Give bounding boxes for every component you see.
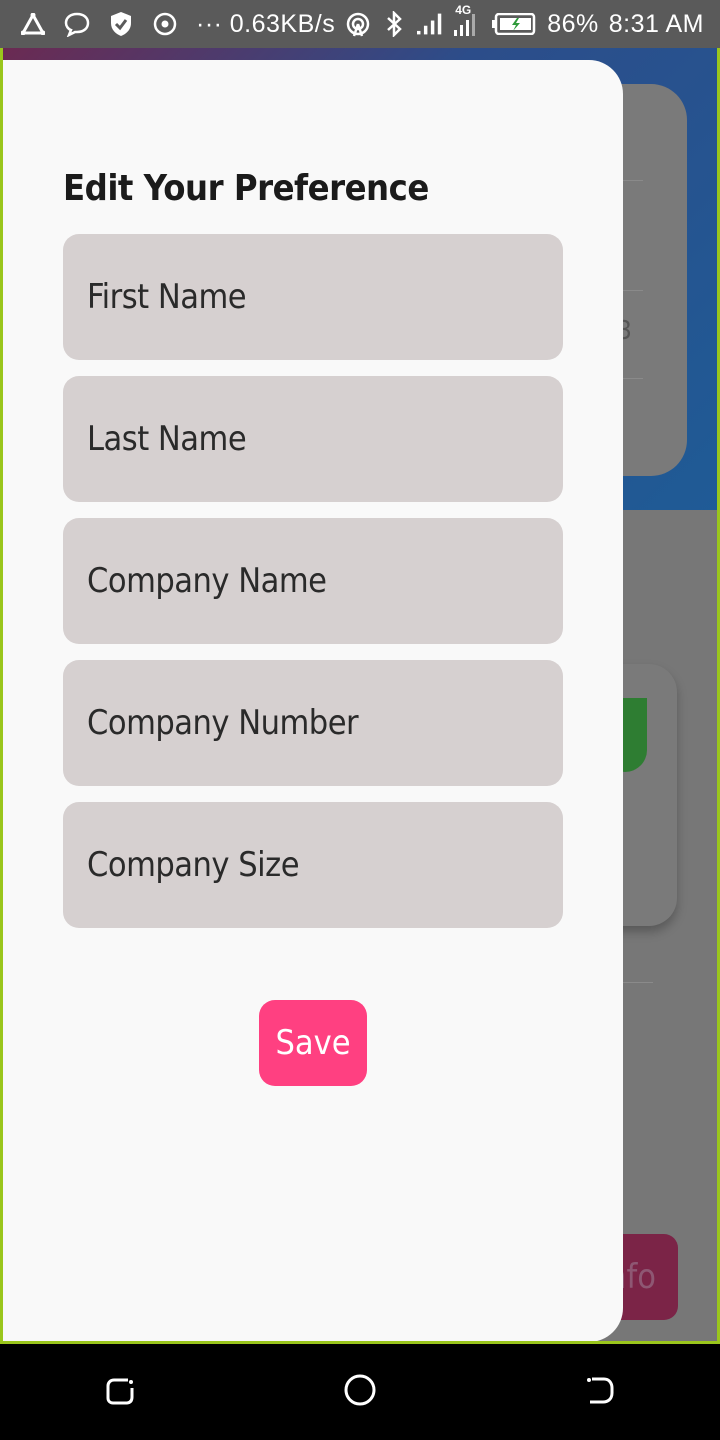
network-speed: 0.63KB/s <box>229 9 336 38</box>
network-type-label: 4G <box>455 3 472 17</box>
more-notifications-indicator: ··· <box>196 9 223 38</box>
home-icon <box>343 1373 377 1411</box>
company-number-field[interactable] <box>63 660 563 786</box>
company-size-field[interactable] <box>63 802 563 928</box>
company-size-input[interactable] <box>87 845 563 885</box>
last-name-input[interactable] <box>87 419 563 459</box>
app-frame: 3 nfo Edit Your Preference Save <box>0 48 720 1344</box>
first-name-field[interactable] <box>63 234 563 360</box>
first-name-input[interactable] <box>87 277 563 317</box>
signal-icon <box>417 11 443 37</box>
clock: 8:31 AM <box>608 9 704 38</box>
bluetooth-icon <box>381 11 407 37</box>
company-number-input[interactable] <box>87 703 563 743</box>
home-button[interactable] <box>330 1362 390 1422</box>
save-button[interactable]: Save <box>259 1000 367 1086</box>
drawer-title: Edit Your Preference <box>63 168 429 209</box>
signal-4g-icon: 4G <box>453 3 481 37</box>
triangle-icon <box>20 11 46 37</box>
chat-bubble-icon <box>64 11 90 37</box>
navigation-bar <box>0 1344 720 1440</box>
status-right-icons: 0.63KB/s 4G 86% 8:31 AM <box>229 3 704 39</box>
target-icon <box>152 11 178 37</box>
edit-preference-drawer: Edit Your Preference Save <box>3 60 623 1341</box>
recents-icon <box>104 1374 136 1410</box>
last-name-field[interactable] <box>63 376 563 502</box>
battery-percentage: 86% <box>547 9 599 38</box>
background-divider <box>623 982 653 983</box>
status-left-icons: ··· <box>20 10 222 39</box>
shield-icon <box>108 11 134 37</box>
status-bar: ··· 0.63KB/s 4G 86% 8:31 AM <box>0 0 720 48</box>
battery-charging-icon <box>491 11 537 37</box>
hotspot-icon <box>345 11 371 37</box>
back-button[interactable] <box>570 1362 630 1422</box>
recents-button[interactable] <box>90 1362 150 1422</box>
company-name-field[interactable] <box>63 518 563 644</box>
company-name-input[interactable] <box>87 561 563 601</box>
back-icon <box>584 1374 616 1410</box>
